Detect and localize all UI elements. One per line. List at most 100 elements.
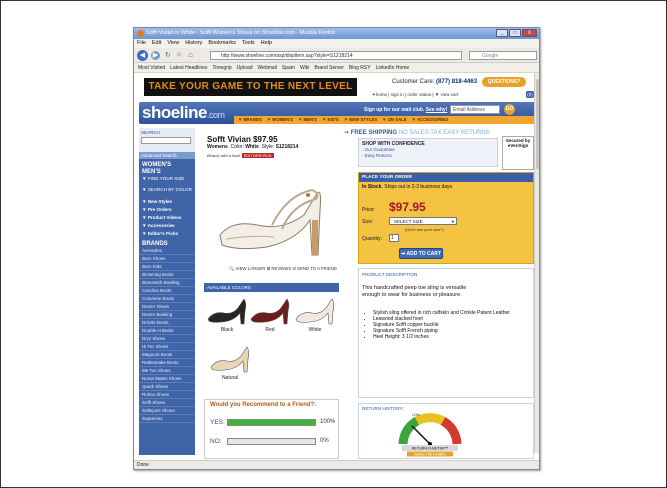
stop-icon[interactable]: ✕ [176,51,182,59]
nav-mens[interactable]: ▼ MEN'S [298,116,317,124]
nav-accessories[interactable]: ▼ ACCESSORIES [412,116,449,124]
shoe-thumbnail [250,298,290,325]
sidebar-heading-womens[interactable]: WOMEN'S [139,159,195,168]
add-to-cart-button[interactable]: ➡ ADD TO CART [399,248,443,259]
status-bar: Done [134,460,539,469]
top-links[interactable]: ✦home | sign in | order status | ▼ view … [372,92,458,98]
sidebar-heading-mens[interactable]: MEN'S [139,168,195,175]
image-actions[interactable]: 🔍 VIEW LARGER ⊞ REVIEWS ✉ SEND TO A FRIE… [229,266,337,272]
bookmarks-toolbar: Most Visited Latest Headlines Timegrip U… [134,63,539,73]
color-swatch-white[interactable]: White [294,295,336,333]
bookmark-item[interactable]: Wiki [300,63,309,72]
menu-history[interactable]: History [185,39,202,48]
brand-link[interactable]: Magnum Boots [139,351,195,359]
brand-link[interactable]: Born Shoes [139,255,195,263]
no-percent: 0% [320,438,329,444]
color-swatch-red[interactable]: Red [249,295,291,333]
see-why-link[interactable]: See why! [426,107,448,113]
bookmark-item[interactable]: Upload [237,63,253,72]
nav-brands[interactable]: ▼ BRANDS [238,116,262,124]
menu-help[interactable]: Help [261,39,272,48]
bookmark-item[interactable]: Most Visited [138,63,165,72]
find-size-link[interactable]: ▼ FIND YOUR SIZE [139,175,195,183]
site-logo[interactable]: shoeline.com [142,103,225,123]
yes-label: YES: [210,419,225,426]
product-title: Sofft Vivian $97.95 [207,135,278,144]
menu-tools[interactable]: Tools [242,39,255,48]
nav-kids[interactable]: ▼ KID'S [322,116,339,124]
nav-new-styles[interactable]: ▼ NEW STYLES [344,116,377,124]
brand-link[interactable]: Drizzle Boots [139,319,195,327]
navigation-toolbar: ◀ ▶ ↻ ✕ ⌂ http://www.shoeline.com/asp/di… [134,48,539,63]
brand-link[interactable]: Converse Boots [139,295,195,303]
brand-link[interactable]: Born Kids [139,263,195,271]
menu-view[interactable]: View [167,39,179,48]
gauge-label: RETURN-O-METER™ [412,447,448,451]
bookmark-item[interactable]: Blog RSY [349,63,371,72]
editors-pick: Beauty with a fault EDITORS PICK [207,153,274,158]
bookmark-item[interactable]: Brand Server [314,63,343,72]
brand-link[interactable]: Dexter Bowling [139,311,195,319]
color-swatch-natural[interactable]: Natural [209,343,251,381]
brand-link[interactable]: Carolina Boots [139,287,195,295]
brand-link[interactable]: Hi Tec Shoes [139,343,195,351]
size-help-link[interactable]: (Don't see your size?) [405,227,444,232]
minimize-button[interactable]: _ [496,29,508,37]
close-button[interactable]: X [522,29,537,37]
sidebar-link[interactable]: ▼ Pre Orders [139,206,195,214]
bookmark-item[interactable]: LinkedIn Home [376,63,410,72]
size-select[interactable]: SELECT SIZE ▾ [389,217,457,225]
menu-bookmarks[interactable]: Bookmarks [208,39,236,48]
brand-link[interactable]: Sofft Shoes [139,399,195,407]
brand-link[interactable]: Rattlesnake Boots [139,359,195,367]
easy-returns-link[interactable]: - Easy Returns [362,153,494,159]
brand-link[interactable]: Me Too Shoes [139,367,195,375]
search-input[interactable]: Google [469,51,537,60]
search-by-color-link[interactable]: ▼ SEARCH BY COLOR [139,183,195,194]
brand-link[interactable]: Double H Boots [139,327,195,335]
brand-link[interactable]: Browning Boots [139,271,195,279]
bookmark-item[interactable]: Webmail [258,63,277,72]
gauge-sublabel: RARELY RETURNED [414,452,446,456]
bookmark-item[interactable]: Latest Headlines [170,63,207,72]
brand-link[interactable]: Softspots Shoes [139,407,195,415]
brand-link[interactable]: Dryz Shoes [139,335,195,343]
go-button[interactable]: GO [504,104,515,115]
color-swatch-black[interactable]: Black [206,295,248,333]
main-shoe-image[interactable] [212,165,332,260]
sidebar-link[interactable]: ▼ New Styles [139,198,195,206]
back-icon[interactable]: ◀ [137,50,148,61]
verisign-badge[interactable]: Secured by ●VeriSign [502,136,534,170]
sidebar-link[interactable]: ▼ Accessories [139,222,195,230]
shoe-thumbnail [210,346,250,373]
promo-banner[interactable]: TAKE YOUR GAME TO THE NEXT LEVEL [144,78,357,96]
brand-link[interactable]: Dexter Shoes [139,303,195,311]
home-icon[interactable]: ⌂ [188,50,193,59]
reload-icon[interactable]: ↻ [165,51,171,59]
brand-link[interactable]: Supremes [139,415,195,423]
no-label: NO: [210,438,222,445]
menu-file[interactable]: File [137,39,146,48]
sidebar-search-input[interactable] [141,137,191,144]
url-bar[interactable]: http://www.shoeline.com/asp/displtem.asp… [210,51,462,60]
scrollbar-thumb[interactable] [536,79,539,169]
sidebar-link[interactable]: ▼ Product Videos [139,214,195,222]
vertical-scrollbar[interactable] [534,73,539,453]
nav-womens[interactable]: ▼ WOMEN'S [267,116,293,124]
bookmark-item[interactable]: Timegrip [212,63,231,72]
menu-edit[interactable]: Edit [152,39,161,48]
advanced-search-link[interactable]: Advanced Search [139,152,195,159]
brand-link[interactable]: Aerosoles [139,247,195,255]
maximize-button[interactable]: □ [509,29,521,37]
brand-link[interactable]: Rulmo Shoes [139,391,195,399]
questions-button[interactable]: QUESTIONS? [482,77,526,87]
bookmark-item[interactable]: Spam [282,63,295,72]
sidebar-link[interactable]: ▼ Editor's Picks [139,230,195,238]
brand-link[interactable]: Brunswick Bowling [139,279,195,287]
brand-link[interactable]: Nurse Mates Shoes [139,375,195,383]
quantity-input[interactable]: 1 [389,234,399,242]
brand-link[interactable]: Quark Shoes [139,383,195,391]
email-field[interactable]: Email Address [450,105,500,114]
nav-on-sale[interactable]: ▼ ON SALE [382,116,407,124]
forward-icon[interactable]: ▶ [151,51,160,60]
